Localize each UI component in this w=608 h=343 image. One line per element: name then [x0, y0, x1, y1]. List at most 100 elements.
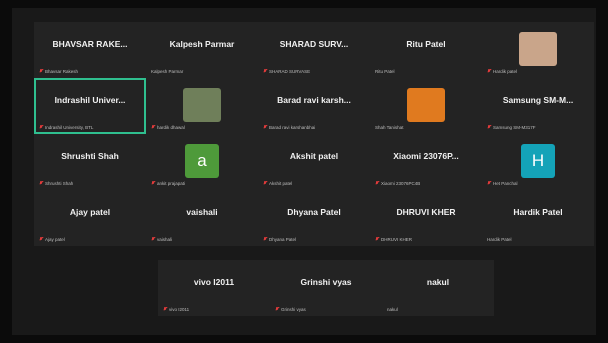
participant-label: Xiaomi 23076PC4B	[375, 181, 478, 186]
participant-name: vivo I2011	[193, 277, 235, 287]
participant-label: Bhavsar Rakesh	[39, 69, 142, 74]
mic-muted-icon	[375, 237, 379, 242]
mic-muted-icon	[163, 307, 167, 312]
mic-muted-icon	[263, 237, 267, 242]
participant-display-name: Akshit patel	[269, 181, 293, 186]
participant-tile[interactable]: Akshit patel Akshit patel	[258, 134, 370, 190]
participant-name: Shrushti Shah	[61, 151, 119, 161]
participant-tile[interactable]: vaishali vaishali	[146, 190, 258, 246]
participant-display-name: Dhyana Patel	[269, 237, 297, 242]
participant-name: Grinshi vyas	[300, 277, 352, 287]
participant-display-name: SHARAD SURVASE	[269, 69, 311, 74]
participant-display-name: nakul	[387, 307, 398, 312]
participant-name: Ajay patel	[69, 207, 111, 217]
mic-muted-icon	[39, 237, 43, 242]
mic-muted-icon	[263, 125, 267, 130]
participant-display-name: Xiaomi 23076PC4B	[381, 181, 421, 186]
participant-tile[interactable]: BHAVSAR RAKE... Bhavsar Rakesh	[34, 22, 146, 78]
participant-label: nakul	[387, 307, 490, 312]
participant-label: Hardik Patel	[487, 237, 590, 242]
participant-label: vivo I2011	[163, 307, 266, 312]
mic-muted-icon	[487, 125, 491, 130]
participant-avatar: H	[521, 144, 555, 178]
participant-label: DHRUVI KHER	[375, 237, 478, 242]
participant-tile[interactable]: Ritu Patel Ritu Patel	[370, 22, 482, 78]
participant-display-name: ankit prajapati	[157, 181, 186, 186]
video-gallery: BHAVSAR RAKE... Bhavsar Rakesh Kalpesh Par…	[12, 8, 596, 335]
participant-label: Grinshi vyas	[275, 307, 378, 312]
participant-name: BHAVSAR RAKE...	[52, 39, 128, 49]
participant-name: Indrashil Univer...	[54, 95, 126, 105]
mic-muted-icon	[375, 181, 379, 186]
participant-label: Barad ravi karshanbhai	[263, 125, 366, 130]
participant-avatar: a	[185, 144, 219, 178]
participant-name: DHRUVI KHER	[396, 207, 456, 217]
mic-muted-icon	[39, 125, 43, 130]
participant-label: SHARAD SURVASE	[263, 69, 366, 74]
participant-label: hardik dhawal	[151, 125, 254, 130]
participant-display-name: Ajay patel	[45, 237, 65, 242]
mic-muted-icon	[275, 307, 279, 312]
participant-label: Samsung SM-M317F	[487, 125, 590, 130]
participant-tile[interactable]: Barad ravi karsh... Barad ravi karshanbha…	[258, 78, 370, 134]
participant-tile[interactable]: Samsung SM-M... Samsung SM-M317F	[482, 78, 594, 134]
participant-tile[interactable]: nakul nakul	[382, 260, 494, 316]
participant-name: Ritu Patel	[406, 39, 446, 49]
participant-display-name: Het Panchal	[493, 181, 518, 186]
participant-video	[519, 32, 557, 66]
participant-name: nakul	[426, 277, 450, 287]
mic-muted-icon	[263, 181, 267, 186]
participant-label: Ajay patel	[39, 237, 142, 242]
participant-name: Xiaomi 23076P...	[393, 151, 459, 161]
participant-display-name: Grinshi vyas	[281, 307, 306, 312]
participant-label: Akshit patel	[263, 181, 366, 186]
mic-muted-icon	[39, 69, 43, 74]
participant-tile[interactable]: hardik dhawal	[146, 78, 258, 134]
mic-muted-icon	[151, 125, 155, 130]
participant-tile[interactable]: DHRUVI KHER DHRUVI KHER	[370, 190, 482, 246]
participant-display-name: Hardik Patel	[487, 237, 512, 242]
participant-display-name: hardik dhawal	[157, 125, 185, 130]
participant-tile[interactable]: H Het Panchal	[482, 134, 594, 190]
participant-tile[interactable]: Grinshi vyas Grinshi vyas	[270, 260, 382, 316]
participant-label: Hardik patel	[487, 69, 590, 74]
participant-name: SHARAD SURV...	[279, 39, 349, 49]
participant-display-name: Hardik patel	[493, 69, 518, 74]
mic-muted-icon	[151, 237, 155, 242]
participant-name: Samsung SM-M...	[502, 95, 574, 105]
participant-label: Indrashil University, BTL	[39, 125, 142, 130]
participant-video	[407, 88, 445, 122]
participant-tile[interactable]: SHARAD SURV... SHARAD SURVASE	[258, 22, 370, 78]
participant-tile[interactable]: Indrashil Univer... Indrashil University,…	[34, 78, 146, 134]
participant-label: Kalpesh Parmar	[151, 69, 254, 74]
participant-name: vaishali	[186, 207, 218, 217]
participant-label: Shrushti Shah	[39, 181, 142, 186]
participant-tile[interactable]: Ajay patel Ajay patel	[34, 190, 146, 246]
participant-tile[interactable]: Hardik patel	[482, 22, 594, 78]
participant-tile[interactable]: Shah Tanishat	[370, 78, 482, 134]
participant-display-name: Ritu Patel	[375, 69, 395, 74]
participant-display-name: vaishali	[157, 237, 173, 242]
participant-label: ankit prajapati	[151, 181, 254, 186]
participant-display-name: Kalpesh Parmar	[151, 69, 184, 74]
mic-muted-icon	[487, 181, 491, 186]
participant-display-name: Bhavsar Rakesh	[45, 69, 79, 74]
participant-tile[interactable]: Dhyana Patel Dhyana Patel	[258, 190, 370, 246]
participant-grid: BHAVSAR RAKE... Bhavsar Rakesh Kalpesh Par…	[34, 22, 594, 246]
participant-tile[interactable]: vivo I2011 vivo I2011	[158, 260, 270, 316]
participant-tile[interactable]: Kalpesh Parmar Kalpesh Parmar	[146, 22, 258, 78]
participant-name: Hardik Patel	[513, 207, 563, 217]
participant-display-name: vivo I2011	[169, 307, 190, 312]
participant-display-name: Shrushti Shah	[45, 181, 74, 186]
participant-tile[interactable]: a ankit prajapati	[146, 134, 258, 190]
participant-tile[interactable]: Xiaomi 23076P... Xiaomi 23076PC4B	[370, 134, 482, 190]
participant-display-name: Samsung SM-M317F	[493, 125, 536, 130]
participant-display-name: Shah Tanishat	[375, 125, 404, 130]
participant-name: Barad ravi karsh...	[277, 95, 351, 105]
participant-tile[interactable]: Shrushti Shah Shrushti Shah	[34, 134, 146, 190]
participant-display-name: Indrashil University, BTL	[45, 125, 94, 130]
participant-label: vaishali	[151, 237, 254, 242]
participant-display-name: DHRUVI KHER	[381, 237, 413, 242]
participant-name: Dhyana Patel	[287, 207, 341, 217]
participant-tile[interactable]: Hardik Patel Hardik Patel	[482, 190, 594, 246]
